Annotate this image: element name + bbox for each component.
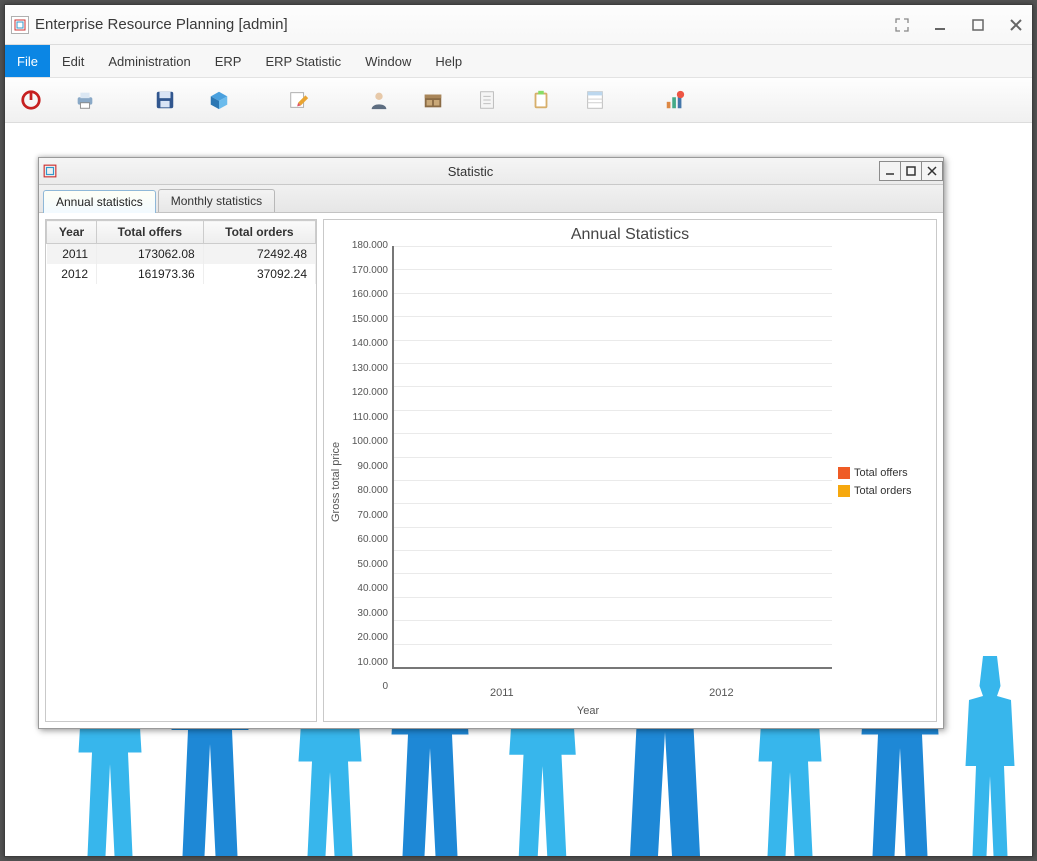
subwindow-title: Statistic (61, 164, 880, 179)
titlebar[interactable]: Enterprise Resource Planning [admin] (5, 5, 1032, 45)
sheet-icon[interactable] (575, 81, 615, 119)
tab-annual-statistics[interactable]: Annual statistics (43, 190, 156, 213)
close-button[interactable] (1006, 15, 1026, 35)
xtick: 2012 (612, 687, 832, 707)
app-icon (11, 16, 29, 34)
tab-bar: Annual statistics Monthly statistics (39, 185, 943, 213)
minimize-button[interactable] (930, 15, 950, 35)
legend-label: Total orders (854, 485, 911, 497)
col-year[interactable]: Year (47, 221, 97, 244)
subwindow-icon (39, 164, 61, 178)
menu-edit[interactable]: Edit (50, 45, 96, 77)
subwindow-close-button[interactable] (921, 161, 943, 181)
col-total-orders[interactable]: Total orders (203, 221, 315, 244)
xtick: 2011 (392, 687, 612, 707)
printer-icon[interactable] (65, 81, 105, 119)
menu-help[interactable]: Help (423, 45, 474, 77)
box-icon[interactable] (199, 81, 239, 119)
chart-plot-area (392, 246, 832, 669)
subwindow-titlebar[interactable]: Statistic (39, 158, 943, 185)
legend-item: Total orders (838, 485, 932, 497)
cell-orders: 72492.48 (203, 244, 315, 265)
tab-monthly-statistics[interactable]: Monthly statistics (158, 189, 275, 212)
subwindow-body: Year Total offers Total orders 2011 1730… (39, 213, 943, 728)
maximize-button[interactable] (968, 15, 988, 35)
cell-orders: 37092.24 (203, 264, 315, 284)
chart-icon[interactable] (655, 81, 695, 119)
edit-icon[interactable] (279, 81, 319, 119)
subwindow-minimize-button[interactable] (879, 161, 901, 181)
table-row[interactable]: 2011 173062.08 72492.48 (47, 244, 316, 265)
chart-ylabel: Gross total price (328, 246, 344, 717)
chart-xlabel: Year (344, 705, 832, 717)
chart: Gross total price 180.000170.000160.0001… (328, 246, 932, 717)
window-controls (892, 15, 1026, 35)
doc-icon[interactable] (467, 81, 507, 119)
chart-xaxis: 2011 2012 (344, 687, 832, 707)
drawer-icon[interactable] (413, 81, 453, 119)
subwindow-controls (880, 161, 943, 181)
legend-item: Total offers (838, 467, 932, 479)
menubar: File Edit Administration ERP ERP Statist… (5, 45, 1032, 78)
fullscreen-icon[interactable] (892, 15, 912, 35)
legend-label: Total offers (854, 467, 908, 479)
cell-year: 2012 (47, 264, 97, 284)
table-row[interactable]: 2012 161973.36 37092.24 (47, 264, 316, 284)
user-icon[interactable] (359, 81, 399, 119)
clipboard-icon[interactable] (521, 81, 561, 119)
client-area: Statistic Annual statistics Monthly stat… (5, 123, 1032, 856)
legend-swatch (838, 485, 850, 497)
table-pane: Year Total offers Total orders 2011 1730… (45, 219, 317, 722)
menu-erp-statistic[interactable]: ERP Statistic (253, 45, 353, 77)
menu-window[interactable]: Window (353, 45, 423, 77)
menu-erp[interactable]: ERP (203, 45, 254, 77)
subwindow-maximize-button[interactable] (900, 161, 922, 181)
cell-offers: 161973.36 (97, 264, 204, 284)
app-window: Enterprise Resource Planning [admin] Fil… (4, 4, 1033, 857)
statistic-window: Statistic Annual statistics Monthly stat… (38, 157, 944, 729)
power-icon[interactable] (11, 81, 51, 119)
chart-pane: Annual Statistics Gross total price 180.… (323, 219, 937, 722)
save-icon[interactable] (145, 81, 185, 119)
legend-swatch (838, 467, 850, 479)
chart-title: Annual Statistics (328, 226, 932, 244)
chart-yaxis: 180.000170.000160.000150.000140.000130.0… (344, 246, 392, 687)
col-total-offers[interactable]: Total offers (97, 221, 204, 244)
cell-year: 2011 (47, 244, 97, 265)
menu-administration[interactable]: Administration (96, 45, 202, 77)
cell-offers: 173062.08 (97, 244, 204, 265)
toolbar (5, 78, 1032, 123)
chart-legend: Total offers Total orders (832, 246, 932, 717)
menu-file[interactable]: File (5, 45, 50, 77)
statistics-table[interactable]: Year Total offers Total orders 2011 1730… (46, 220, 316, 284)
app-title: Enterprise Resource Planning [admin] (35, 16, 892, 33)
